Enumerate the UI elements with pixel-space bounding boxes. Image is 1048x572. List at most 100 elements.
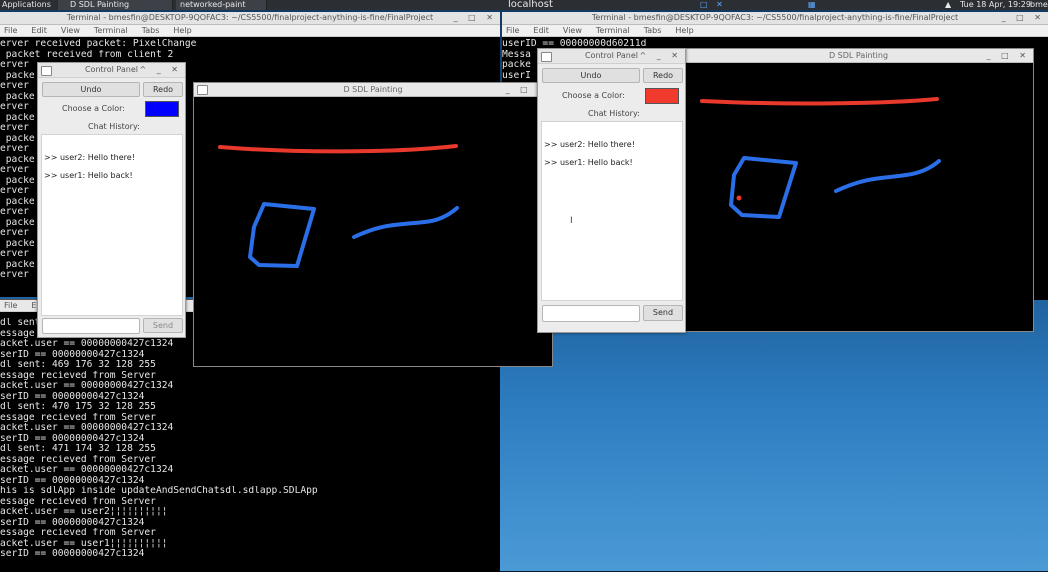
chat-history-label: Chat History: bbox=[588, 109, 640, 118]
terminal-menubar: File Edit View Terminal Tabs Help bbox=[502, 25, 1048, 37]
paint-canvas[interactable] bbox=[684, 63, 1033, 331]
chat-history-label: Chat History: bbox=[88, 122, 140, 131]
color-swatch[interactable] bbox=[645, 88, 679, 104]
red-stroke bbox=[218, 144, 458, 154]
window-buttons[interactable]: ^ _ ✕ bbox=[140, 63, 183, 75]
redo-button[interactable]: Redo bbox=[143, 82, 183, 97]
menu-tabs[interactable]: Tabs bbox=[644, 26, 662, 35]
terminal-line: serID == 00000000427c1324 bbox=[0, 433, 145, 444]
terminal-line: serID == 00000000427c1324 bbox=[0, 517, 145, 528]
paint-titlebar[interactable]: D SDL Painting _ □ ✕ bbox=[684, 49, 1033, 63]
undo-button[interactable]: Undo bbox=[42, 82, 140, 97]
color-swatch[interactable] bbox=[145, 101, 179, 117]
window-buttons[interactable]: ^ _ ✕ bbox=[640, 49, 683, 61]
chat-message: >> user1: Hello back! bbox=[544, 158, 633, 167]
task-d-sdl-painting[interactable]: D SDL Painting bbox=[58, 0, 173, 10]
terminal-titlebar[interactable]: Terminal - bmesfin@DESKTOP-9QOFAC3: ~/CS… bbox=[0, 12, 500, 25]
chat-message: >> user1: Hello back! bbox=[44, 171, 133, 180]
window-controls-icon[interactable]: □ ✕ bbox=[700, 0, 726, 10]
terminal-title: Terminal - bmesfin@DESKTOP-9QOFAC3: ~/CS… bbox=[591, 13, 959, 22]
red-stroke bbox=[700, 97, 939, 106]
terminal-line: acket.user == 00000000427c1324 bbox=[0, 381, 174, 391]
window-buttons[interactable]: _ □ ✕ bbox=[454, 12, 497, 24]
control-panel-title: Control Panel bbox=[584, 51, 639, 60]
terminal-line: essage recieved from Server bbox=[0, 528, 156, 538]
terminal-title: Terminal - bmesfin@DESKTOP-9QOFAC3: ~/CS… bbox=[66, 13, 434, 22]
clock[interactable]: Tue 18 Apr, 19:29 bbox=[960, 0, 1031, 10]
terminal-line: acket.user == user2¦¦¦¦¦¦¦¦¦¦ bbox=[0, 507, 168, 517]
chat-message: >> user2: Hello there! bbox=[44, 153, 135, 162]
paint-window-left[interactable]: D SDL Painting _ □ ✕ bbox=[193, 82, 553, 367]
choose-color-label: Choose a Color: bbox=[562, 91, 625, 100]
terminal-line: serID == 00000000427c1324 bbox=[0, 391, 145, 402]
menu-help[interactable]: Help bbox=[675, 26, 693, 35]
task-networked-paint[interactable]: networked-paint bbox=[176, 0, 267, 10]
workspace-icon[interactable]: ▦ bbox=[808, 0, 816, 10]
terminal-line: dl sent: 470 175 32 128 255 bbox=[0, 402, 156, 412]
text-cursor-icon: I bbox=[570, 216, 573, 226]
terminal-line: dl sent: 471 174 32 128 255 bbox=[0, 444, 156, 454]
blue-line-stroke bbox=[352, 206, 459, 239]
menu-help[interactable]: Help bbox=[173, 26, 191, 35]
terminal-line: serID == 00000000427c1324 bbox=[0, 549, 145, 559]
terminal-line: essage recieved from Server bbox=[0, 496, 156, 507]
menu-view[interactable]: View bbox=[61, 26, 80, 35]
app-icon bbox=[41, 66, 52, 76]
redo-button[interactable]: Redo bbox=[643, 68, 683, 83]
applications-menu[interactable]: Applications bbox=[2, 0, 51, 10]
control-panel-right[interactable]: Control Panel ^ _ ✕ Undo Redo Choose a C… bbox=[537, 48, 686, 333]
terminal-line: acket.user == 00000000427c1324 bbox=[0, 465, 174, 475]
terminal-line: acket.user == 00000000427c1324 bbox=[0, 423, 174, 433]
blue-square-stroke bbox=[729, 156, 798, 219]
menu-terminal[interactable]: Terminal bbox=[596, 26, 630, 35]
blue-line-stroke bbox=[834, 159, 941, 193]
send-button[interactable]: Send bbox=[143, 318, 183, 333]
paint-canvas[interactable] bbox=[194, 97, 552, 366]
red-dot bbox=[736, 195, 742, 201]
menu-file[interactable]: File bbox=[4, 301, 17, 310]
undo-button[interactable]: Undo bbox=[542, 68, 640, 83]
paint-window-right[interactable]: D SDL Painting _ □ ✕ bbox=[683, 48, 1034, 332]
paint-titlebar[interactable]: D SDL Painting _ □ ✕ bbox=[194, 83, 552, 97]
terminal-line: acket.user == user1¦¦¦¦¦¦¦¦¦¦ bbox=[0, 538, 168, 549]
terminal-line: essage recieved from Server bbox=[0, 454, 156, 465]
terminal-line: erver received packet: PixelChange bbox=[0, 39, 197, 49]
control-panel-titlebar[interactable]: Control Panel ^ _ ✕ bbox=[38, 63, 185, 78]
menu-file[interactable]: File bbox=[506, 26, 519, 35]
paint-title: D SDL Painting bbox=[828, 51, 889, 60]
control-panel-titlebar[interactable]: Control Panel ^ _ ✕ bbox=[538, 49, 685, 64]
window-title: localhost bbox=[508, 0, 553, 10]
window-buttons[interactable]: _ □ ✕ bbox=[987, 49, 1030, 61]
chat-input[interactable] bbox=[542, 305, 640, 322]
menu-file[interactable]: File bbox=[4, 26, 17, 35]
task-label: D SDL Painting bbox=[70, 0, 130, 9]
notification-icon[interactable]: ▲ bbox=[945, 0, 951, 10]
user-menu[interactable]: bmes bbox=[1030, 0, 1048, 10]
control-panel-title: Control Panel bbox=[84, 65, 139, 74]
paint-title: D SDL Painting bbox=[343, 85, 403, 94]
top-panel: Applications D SDL Painting networked-pa… bbox=[0, 0, 1048, 10]
chat-history-box[interactable]: >> user2: Hello there! >> user1: Hello b… bbox=[41, 134, 183, 316]
app-icon bbox=[541, 52, 552, 62]
window-buttons[interactable]: _ □ ✕ bbox=[1002, 12, 1045, 24]
menu-view[interactable]: View bbox=[563, 26, 582, 35]
menu-edit[interactable]: Edit bbox=[533, 26, 549, 35]
terminal-line: packet received from client 2 bbox=[0, 49, 174, 60]
chat-input[interactable] bbox=[42, 318, 140, 334]
chat-message: >> user2: Hello there! bbox=[544, 140, 635, 149]
terminal-line: his is sdlApp inside updateAndSendChatsd… bbox=[0, 486, 318, 496]
terminal-line: serID == 00000000427c1324 bbox=[0, 475, 145, 486]
app-icon bbox=[197, 85, 208, 95]
menu-terminal[interactable]: Terminal bbox=[94, 26, 128, 35]
control-panel-left[interactable]: Control Panel ^ _ ✕ Undo Redo Choose a C… bbox=[37, 62, 186, 338]
task-label: networked-paint bbox=[180, 0, 246, 9]
menu-edit[interactable]: Edit bbox=[31, 26, 47, 35]
terminal-titlebar[interactable]: Terminal - bmesfin@DESKTOP-9QOFAC3: ~/CS… bbox=[502, 12, 1048, 25]
blue-square-stroke bbox=[248, 202, 316, 268]
menu-tabs[interactable]: Tabs bbox=[142, 26, 160, 35]
terminal-line: essage recieved from Server bbox=[0, 412, 156, 423]
choose-color-label: Choose a Color: bbox=[62, 104, 125, 113]
send-button[interactable]: Send bbox=[643, 305, 683, 321]
terminal-line: essage recieved from Server bbox=[0, 370, 156, 381]
chat-history-box[interactable]: >> user2: Hello there! >> user1: Hello b… bbox=[541, 121, 683, 301]
